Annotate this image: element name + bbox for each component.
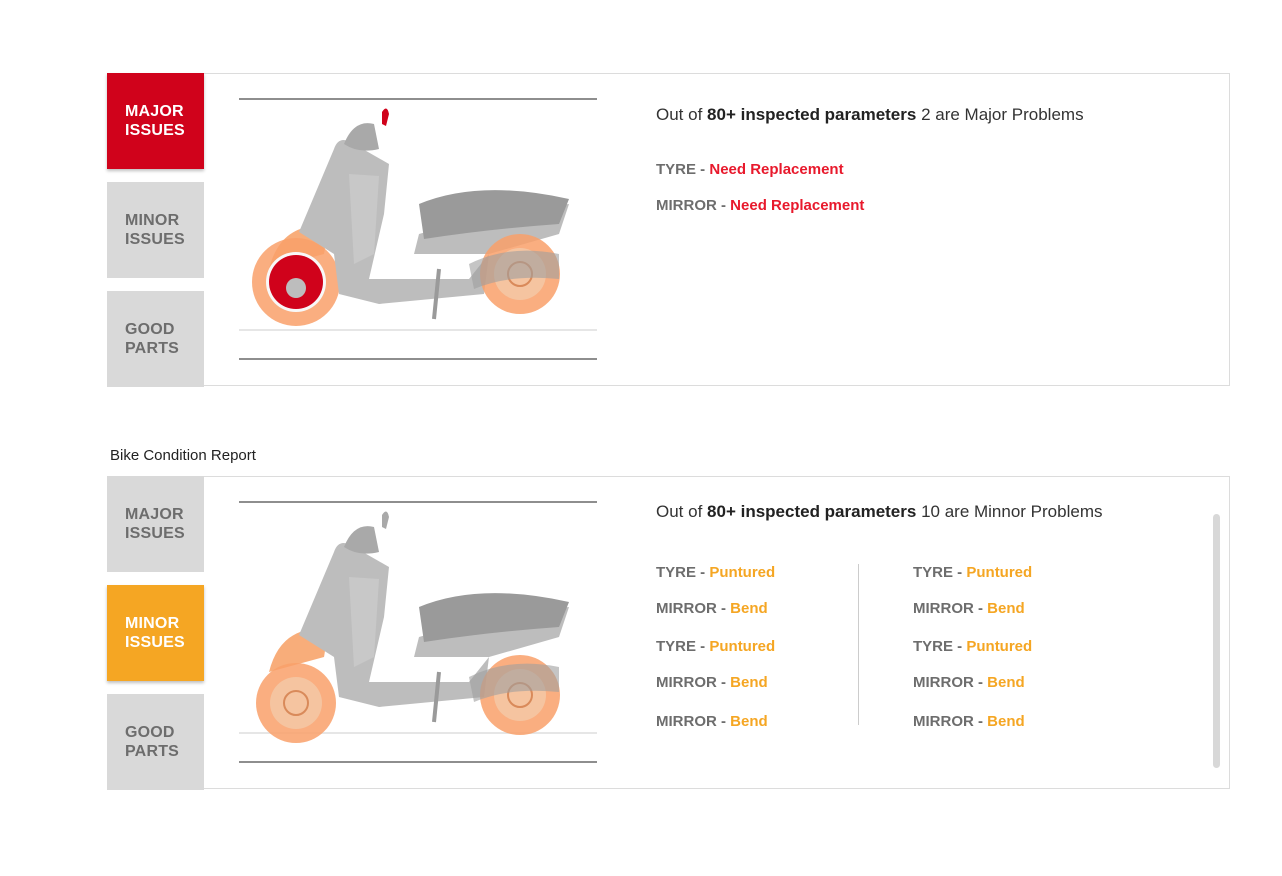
divider-bottom <box>239 358 597 360</box>
scooter-image <box>239 108 597 331</box>
divider-bottom <box>239 761 597 763</box>
issue-part: MIRROR <box>913 674 974 691</box>
major-headline: Out of 80+ inspected parameters 2 are Ma… <box>656 105 1084 125</box>
issue-part: TYRE <box>913 564 954 581</box>
minor-issue-item: MIRROR - Bend <box>656 713 768 730</box>
issue-separator: - <box>696 161 710 178</box>
headline-bold: 80+ inspected parameters <box>707 502 917 521</box>
headline-prefix: Out of <box>656 105 708 124</box>
issue-separator: - <box>973 674 988 691</box>
headline-suffix: 10 are Minnor Problems <box>916 502 1103 521</box>
issue-status: Bend <box>730 674 768 691</box>
tab-major-issues[interactable]: MAJOR ISSUES <box>107 73 204 169</box>
issue-separator: - <box>716 600 731 617</box>
divider-top <box>239 501 597 503</box>
divider-top <box>239 98 597 100</box>
issue-part: TYRE <box>656 638 697 655</box>
minor-issue-item: MIRROR - Bend <box>656 674 768 691</box>
issue-status: Puntured <box>966 564 1033 581</box>
bike-illustration <box>239 98 597 362</box>
minor-issue-item: MIRROR - Bend <box>913 600 1025 617</box>
issue-separator: - <box>716 197 731 214</box>
minor-issue-item: TYRE - Puntured <box>913 638 1032 655</box>
minor-issue-item: MIRROR - Bend <box>913 713 1025 730</box>
issue-part: MIRROR <box>656 197 717 214</box>
issue-separator: - <box>973 600 988 617</box>
issue-status: Puntured <box>966 638 1033 655</box>
headline-bold: 80+ inspected parameters <box>707 105 917 124</box>
major-issue-item: MIRROR - Need Replacement <box>656 197 864 214</box>
minor-issue-item: MIRROR - Bend <box>913 674 1025 691</box>
bike-illustration <box>239 501 597 765</box>
minor-issue-item: TYRE - Puntured <box>913 564 1032 581</box>
column-divider <box>858 564 859 725</box>
issue-separator: - <box>953 638 967 655</box>
issue-separator: - <box>696 638 710 655</box>
tab-good-parts[interactable]: GOOD PARTS <box>107 291 204 387</box>
scrollbar[interactable] <box>1213 514 1220 768</box>
issue-separator: - <box>696 564 710 581</box>
tab-minor-issues[interactable]: MINOR ISSUES <box>107 182 204 278</box>
minor-issue-item: MIRROR - Bend <box>656 600 768 617</box>
issue-status: Puntured <box>709 638 776 655</box>
issue-part: MIRROR <box>656 600 717 617</box>
issue-part: TYRE <box>656 564 697 581</box>
issue-status: Bend <box>987 674 1025 691</box>
issue-status: Bend <box>730 713 768 730</box>
issue-status: Bend <box>730 600 768 617</box>
issue-part: MIRROR <box>656 713 717 730</box>
headline-suffix: 2 are Major Problems <box>916 105 1084 124</box>
section-title: Bike Condition Report <box>110 447 256 464</box>
minor-headline: Out of 80+ inspected parameters 10 are M… <box>656 502 1102 522</box>
scooter-image <box>239 511 597 743</box>
issue-separator: - <box>716 713 731 730</box>
issue-part: TYRE <box>913 638 954 655</box>
minor-issue-item: TYRE - Puntured <box>656 564 775 581</box>
issue-status: Bend <box>987 713 1025 730</box>
issue-status: Need Replacement <box>709 161 844 178</box>
minor-issues-panel: MAJOR ISSUES MINOR ISSUES GOOD PARTS Out… <box>107 476 1230 790</box>
tab-good-parts[interactable]: GOOD PARTS <box>107 694 204 790</box>
issue-part: TYRE <box>656 161 697 178</box>
issue-part: MIRROR <box>656 674 717 691</box>
issue-status: Puntured <box>709 564 776 581</box>
issue-part: MIRROR <box>913 600 974 617</box>
issue-separator: - <box>973 713 988 730</box>
major-issue-item: TYRE - Need Replacement <box>656 161 844 178</box>
major-issues-panel: MAJOR ISSUES MINOR ISSUES GOOD PARTS Out… <box>107 73 1230 387</box>
issue-part: MIRROR <box>913 713 974 730</box>
minor-issue-item: TYRE - Puntured <box>656 638 775 655</box>
tab-minor-issues[interactable]: MINOR ISSUES <box>107 585 204 681</box>
issue-separator: - <box>953 564 967 581</box>
tab-major-issues[interactable]: MAJOR ISSUES <box>107 476 204 572</box>
issue-status: Bend <box>987 600 1025 617</box>
issue-status: Need Replacement <box>730 197 865 214</box>
headline-prefix: Out of <box>656 502 708 521</box>
issue-separator: - <box>716 674 731 691</box>
